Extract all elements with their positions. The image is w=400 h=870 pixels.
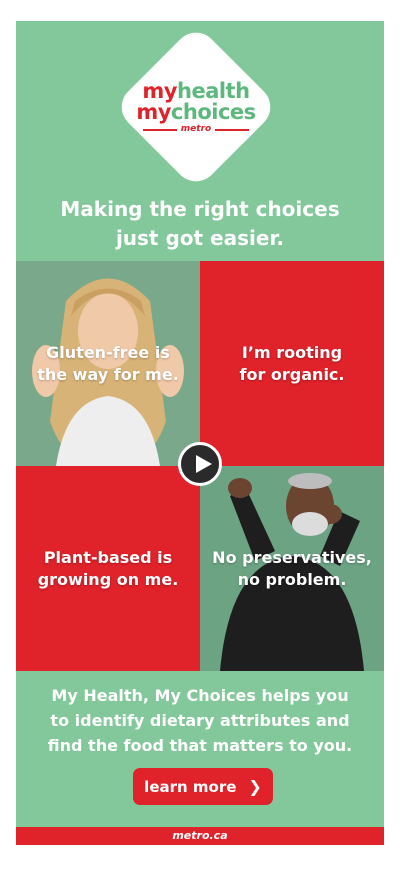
logo-divider (215, 128, 250, 131)
headline-line: just got easier. (115, 226, 285, 250)
tile-no-preservatives: No preservatives, no problem. (200, 466, 384, 671)
tile-line: No preservatives, (212, 547, 372, 567)
logo-divider (142, 128, 177, 131)
logo: myhealth mychoices metro (126, 81, 266, 134)
video-grid[interactable]: Gluten-free is the way for me. I’m rooti… (16, 261, 384, 671)
tile-line: growing on me. (37, 569, 179, 589)
tile-label: Plant-based is growing on me. (34, 547, 183, 591)
tile-label: I’m rooting for organic. (236, 342, 349, 386)
learn-more-button[interactable]: learn more ❯ (133, 768, 273, 805)
tile-line: no problem. (237, 569, 347, 589)
tile-line: Plant-based is (43, 547, 173, 567)
tile-label: Gluten-free is the way for me. (33, 342, 183, 386)
logo-metro: metro (180, 124, 212, 134)
logo-word-my: my (136, 100, 171, 124)
tile-line: I’m rooting (241, 342, 343, 362)
play-icon[interactable] (178, 442, 222, 486)
description: My Health, My Choices helps you to ident… (16, 683, 384, 758)
tile-gluten-free: Gluten-free is the way for me. (16, 261, 200, 466)
headline-line: Making the right choices (60, 197, 340, 221)
tile-line: the way for me. (37, 364, 179, 384)
description-line: find the food that matters to you. (47, 736, 353, 755)
footer-link[interactable]: metro.ca (16, 827, 384, 845)
tile-plant-based: Plant-based is growing on me. (16, 466, 200, 671)
learn-more-label: learn more (144, 777, 237, 796)
chevron-right-icon: ❯ (248, 777, 262, 796)
tile-label: No preservatives, no problem. (208, 547, 376, 591)
tile-line: for organic. (239, 364, 345, 384)
description-line: My Health, My Choices helps you (51, 686, 349, 705)
tile-organic: I’m rooting for organic. (200, 261, 384, 466)
description-line: to identify dietary attributes and (50, 711, 350, 730)
tile-line: Gluten-free is (46, 342, 170, 362)
logo-word-choices: choices (170, 100, 256, 124)
headline: Making the right choices just got easier… (16, 195, 384, 253)
ad-banner[interactable]: myhealth mychoices metro Making the righ… (16, 21, 384, 845)
